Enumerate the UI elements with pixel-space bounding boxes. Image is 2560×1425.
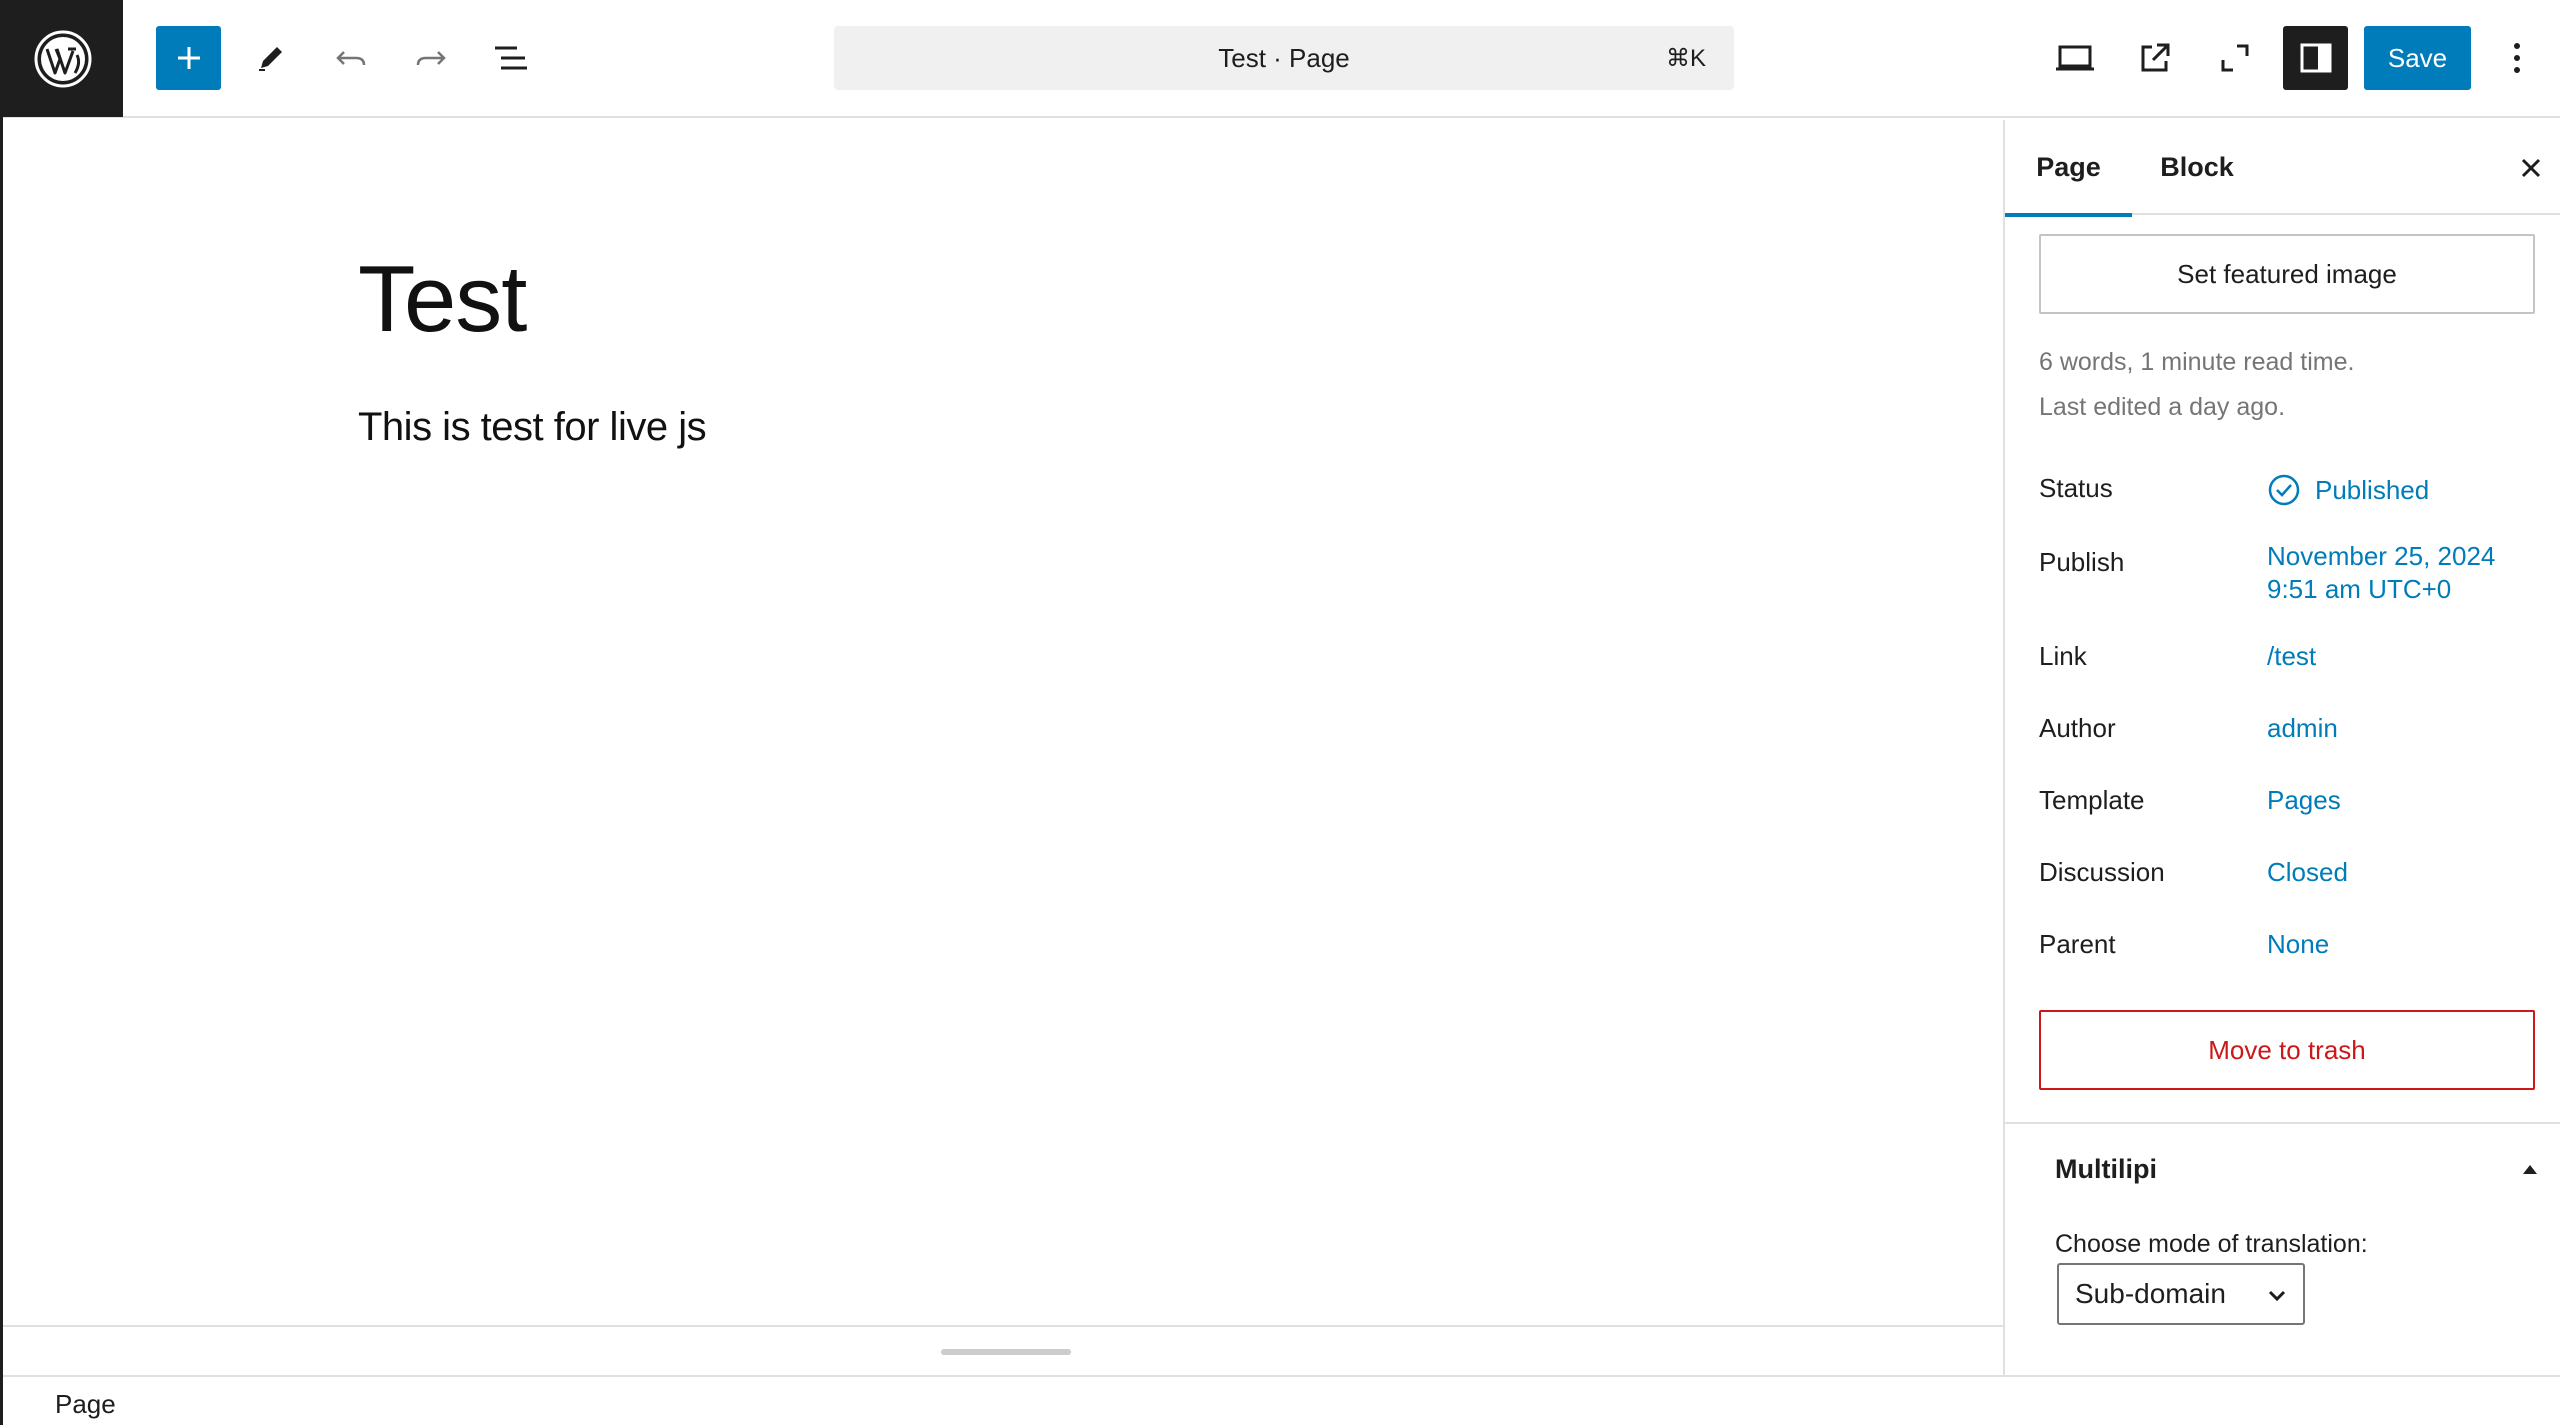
parent-label: Parent [2039, 929, 2116, 959]
list-view-icon [495, 46, 527, 70]
view-page-button[interactable] [2123, 26, 2187, 90]
publish-date: November 25, 2024 [2267, 541, 2496, 571]
redo-button[interactable] [399, 26, 463, 90]
triangle-up-icon [2523, 1165, 2537, 1174]
publish-time: 9:51 am UTC+0 [2267, 574, 2452, 604]
editor-canvas: Test This is test for live js [3, 120, 2003, 1355]
translation-mode-label: Choose mode of translation: [2055, 1230, 2368, 1258]
author-value[interactable]: admin [2267, 713, 2338, 744]
template-label: Template [2039, 785, 2145, 815]
publish-date-button[interactable]: November 25, 2024 9:51 am UTC+0 [2267, 540, 2495, 606]
external-link-icon [2141, 43, 2170, 72]
save-button[interactable]: Save [2364, 26, 2471, 90]
more-vertical-icon [2514, 43, 2520, 73]
status-label: Status [2039, 473, 2113, 503]
command-shortcut: ⌘K [1665, 45, 1706, 72]
plugin-panel-title[interactable]: Multilipi [2055, 1154, 2157, 1185]
redo-icon [416, 51, 446, 66]
move-to-trash-button[interactable]: Move to trash [2039, 1010, 2535, 1090]
fullscreen-icon [2221, 44, 2249, 72]
translation-mode-select[interactable]: Sub-domain [2057, 1263, 2305, 1325]
add-block-button[interactable] [156, 26, 221, 90]
discussion-label: Discussion [2039, 857, 2165, 887]
link-label: Link [2039, 641, 2087, 671]
resize-handle[interactable] [941, 1349, 1071, 1355]
author-label: Author [2039, 713, 2116, 743]
status-text: Published [2315, 474, 2430, 505]
settings-sidebar: Page Block Set featured image 6 words, 1… [2003, 120, 2560, 1375]
last-edited: Last edited a day ago. [2039, 393, 2286, 421]
desktop-view-icon [2056, 45, 2094, 71]
editor-app: Test · Page ⌘K Save Test This is test fo… [0, 0, 2560, 1425]
wordpress-logo-icon[interactable] [3, 0, 123, 117]
canvas-divider [3, 1325, 2003, 1327]
section-divider [2005, 1122, 2560, 1124]
pencil-icon [259, 47, 282, 71]
link-value[interactable]: /test [2267, 641, 2316, 672]
check-circle-icon [2268, 474, 2300, 506]
status-value[interactable]: Published [2267, 473, 2429, 507]
parent-value[interactable]: None [2267, 929, 2329, 960]
discussion-value[interactable]: Closed [2267, 857, 2348, 888]
document-overview-button[interactable] [479, 26, 543, 90]
editor-footer: Page [3, 1375, 2560, 1425]
paragraph-block[interactable]: This is test for live js [358, 405, 707, 450]
undo-icon [336, 51, 366, 66]
sidebar-toggle-icon [2300, 43, 2331, 73]
undo-button[interactable] [319, 26, 383, 90]
tab-block[interactable]: Block [2132, 120, 2262, 215]
close-icon [2521, 158, 2541, 178]
sidebar-tabs: Page Block [2005, 120, 2560, 217]
options-button[interactable] [2485, 26, 2549, 90]
tab-page[interactable]: Page [2005, 120, 2132, 217]
view-button[interactable] [2043, 26, 2107, 90]
publish-label: Publish [2039, 547, 2125, 577]
fullscreen-button[interactable] [2203, 26, 2267, 90]
settings-sidebar-button[interactable] [2283, 26, 2348, 90]
panel-collapse-button[interactable] [2515, 1154, 2545, 1184]
set-featured-image-button[interactable]: Set featured image [2039, 234, 2535, 314]
breadcrumb[interactable]: Page [55, 1389, 116, 1420]
command-palette-bar[interactable]: Test · Page ⌘K [834, 26, 1734, 90]
document-title: Test · Page [1218, 42, 1350, 73]
word-count: 6 words, 1 minute read time. [2039, 348, 2355, 376]
post-title[interactable]: Test [358, 245, 527, 353]
template-value[interactable]: Pages [2267, 785, 2341, 816]
editor-header: Test · Page ⌘K Save [3, 0, 2560, 118]
plus-icon [177, 47, 200, 69]
chevron-down-icon [2268, 1290, 2286, 1302]
tools-button[interactable] [239, 26, 303, 90]
translation-mode-value: Sub-domain [2075, 1278, 2226, 1309]
close-sidebar-button[interactable] [2505, 142, 2557, 194]
